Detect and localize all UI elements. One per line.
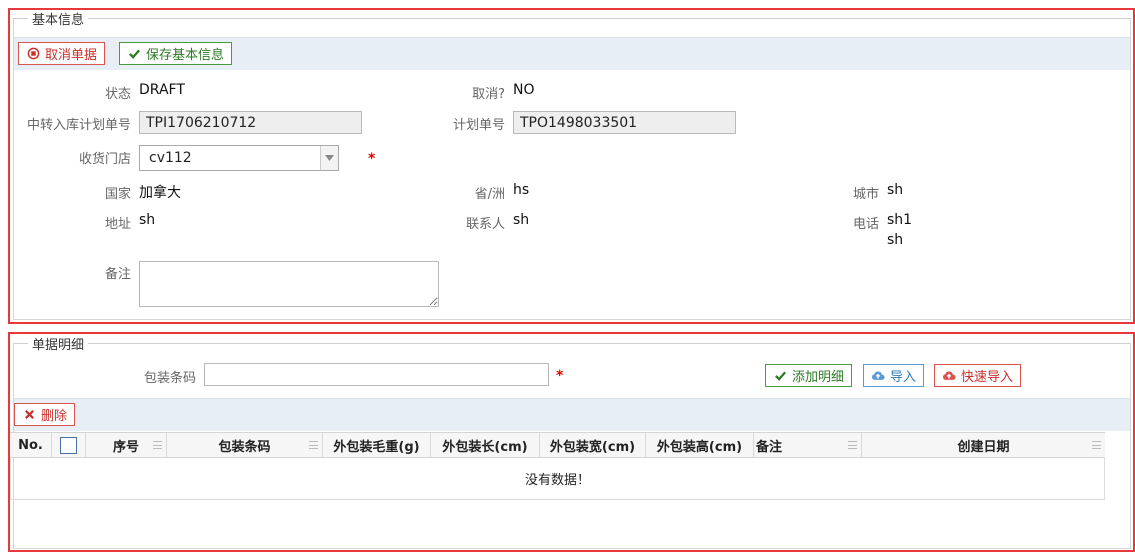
quick-import-button[interactable]: 快速导入 (934, 364, 1022, 387)
select-all-checkbox[interactable] (60, 436, 77, 454)
column-weight[interactable]: 外包装毛重(g) (323, 433, 431, 457)
city-value: sh (887, 182, 904, 198)
address-value: sh (139, 212, 156, 228)
delete-label: 删除 (41, 409, 68, 424)
column-no: No. (10, 433, 52, 457)
cloud-upload-icon (871, 369, 885, 383)
import-label: 导入 (890, 370, 917, 385)
country-value: 加拿大 (139, 185, 181, 201)
canceled-value: NO (513, 82, 535, 98)
country-label: 国家 (104, 187, 131, 202)
cloud-upload-icon (942, 369, 956, 383)
column-menu-icon[interactable] (309, 441, 318, 449)
remark-textarea[interactable] (139, 261, 439, 307)
transfer-plan-field[interactable] (139, 111, 362, 134)
plan-no-label: 计划单号 (452, 118, 505, 133)
import-button[interactable]: 导入 (863, 364, 925, 387)
phone-label: 电话 (852, 217, 879, 232)
column-remark-label: 备注 (756, 439, 783, 455)
cancel-document-label: 取消单据 (45, 48, 98, 63)
transfer-plan-label: 中转入库计划单号 (26, 118, 131, 133)
store-select[interactable]: cv112 (139, 145, 339, 171)
barcode-input[interactable] (204, 363, 549, 386)
contact-value: sh (513, 212, 530, 228)
address-label: 地址 (104, 217, 131, 232)
store-required-mark: * (368, 151, 376, 167)
status-value: DRAFT (139, 82, 185, 98)
store-select-value: cv112 (149, 150, 192, 166)
detail-legend: 单据明细 (32, 338, 85, 353)
column-menu-icon[interactable] (153, 441, 162, 449)
check-icon (773, 369, 787, 383)
empty-data-message: 没有数据！ (524, 473, 590, 488)
delete-button[interactable]: 删除 (14, 403, 76, 426)
stop-circle-icon (26, 47, 40, 61)
quick-import-label: 快速导入 (961, 370, 1014, 385)
times-icon (22, 408, 36, 422)
column-menu-icon[interactable] (848, 441, 857, 449)
phone-value-2: sh (887, 232, 904, 248)
detail-grid-header: No. 序号 包装条码 外包装毛重(g) 外包装长(cm) 外包装宽(cm) 外… (10, 432, 1105, 458)
province-value: hs (513, 182, 530, 198)
column-menu-icon[interactable] (1092, 441, 1101, 449)
basic-info-legend: 基本信息 (32, 13, 85, 28)
detail-grid-body: 没有数据！ (10, 458, 1105, 500)
city-label: 城市 (852, 187, 879, 202)
add-detail-label: 添加明细 (792, 370, 845, 385)
contact-label: 联系人 (465, 217, 505, 232)
column-created-label: 创建日期 (957, 439, 1010, 455)
add-detail-button[interactable]: 添加明细 (765, 364, 853, 387)
column-select-all (52, 433, 86, 457)
status-label: 状态 (104, 87, 131, 102)
column-seq[interactable]: 序号 (86, 433, 167, 457)
canceled-label: 取消? (472, 87, 505, 102)
column-width[interactable]: 外包装宽(cm) (540, 433, 646, 457)
column-remark[interactable]: 备注 (754, 433, 862, 457)
column-created[interactable]: 创建日期 (862, 433, 1105, 457)
province-label: 省/洲 (474, 187, 505, 202)
column-barcode[interactable]: 包装条码 (167, 433, 323, 457)
column-barcode-label: 包装条码 (218, 439, 271, 455)
store-label: 收货门店 (78, 152, 131, 167)
remark-label: 备注 (104, 267, 131, 282)
barcode-required-mark: * (556, 368, 564, 384)
column-height[interactable]: 外包装高(cm) (646, 433, 754, 457)
chevron-down-icon[interactable] (320, 146, 338, 170)
column-seq-label: 序号 (112, 439, 139, 455)
save-basic-info-label: 保存基本信息 (146, 48, 225, 63)
barcode-label: 包装条码 (143, 371, 196, 386)
phone-value-1: sh1 (887, 212, 913, 228)
cancel-document-button[interactable]: 取消单据 (18, 42, 106, 65)
column-length[interactable]: 外包装长(cm) (431, 433, 540, 457)
check-icon (127, 47, 141, 61)
save-basic-info-button[interactable]: 保存基本信息 (119, 42, 233, 65)
detail-toolbar (14, 398, 1130, 431)
plan-no-field[interactable] (513, 111, 736, 134)
